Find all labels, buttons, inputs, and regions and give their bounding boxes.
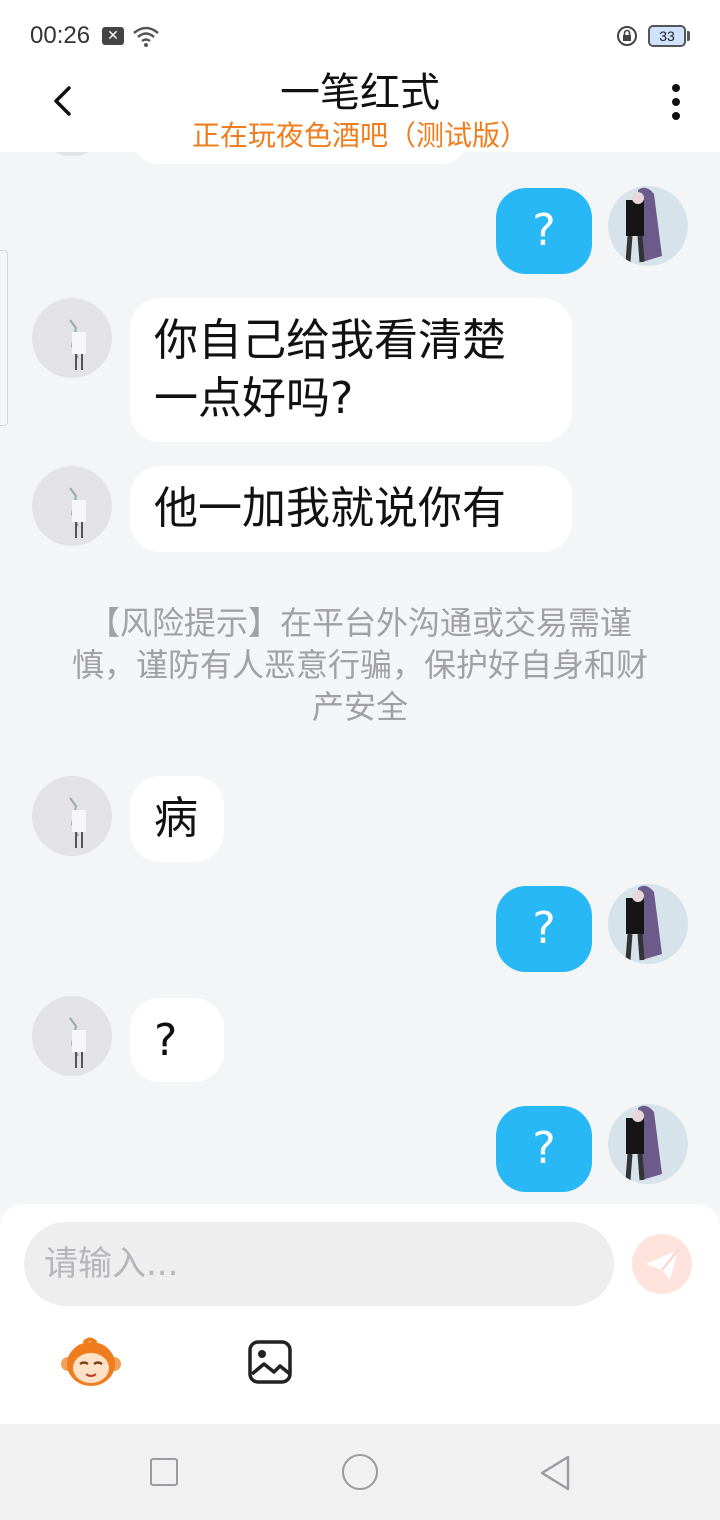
message-bubble-self[interactable]: ? — [496, 188, 592, 274]
rotation-lock-icon — [617, 26, 637, 46]
monkey-emoji-icon[interactable] — [60, 1334, 122, 1390]
risk-notice: 【风险提示】在平台外沟通或交易需谨慎，谨防有人恶意行骗，保护好自身和财产安全 — [71, 604, 648, 726]
page-title: 一笔红式 — [280, 70, 440, 116]
message-bubble[interactable]: 他一加我就说你有 — [130, 466, 572, 552]
avatar-self[interactable] — [608, 186, 688, 266]
avatar[interactable] — [32, 996, 112, 1076]
message-input[interactable] — [24, 1222, 614, 1306]
status-time: 00:26 — [30, 22, 91, 49]
message-bubble-self[interactable]: ? — [496, 1106, 592, 1192]
recents-button[interactable] — [150, 1458, 178, 1486]
send-button[interactable] — [632, 1234, 692, 1294]
home-button[interactable] — [342, 1454, 378, 1490]
wifi-icon — [133, 26, 159, 47]
more-vertical-icon[interactable] — [660, 80, 692, 124]
chat-header: 一笔红式 正在玩夜色酒吧（测试版） — [0, 56, 720, 152]
avatar[interactable] — [32, 466, 112, 546]
message-bubble[interactable]: 你自己给我看清楚 一点好吗? — [130, 298, 572, 442]
input-panel — [0, 1204, 720, 1424]
message-bubble-self[interactable]: ? — [496, 886, 592, 972]
avatar-self[interactable] — [608, 1104, 688, 1184]
battery-tip — [687, 31, 690, 41]
avatar-self[interactable] — [608, 884, 688, 964]
send-icon — [646, 1249, 679, 1280]
message-bubble[interactable]: ? — [130, 998, 224, 1082]
message-list[interactable]: ? 你自己给我看清楚 一点好吗? 他一加我就说你有 【风险提示】在平台外沟通或交… — [0, 152, 720, 1204]
message-bubble[interactable]: 病 — [130, 776, 224, 862]
battery-icon: 33 — [648, 25, 686, 47]
system-nav-bar — [0, 1424, 720, 1520]
game-status-subtitle[interactable]: 正在玩夜色酒吧（测试版） — [0, 114, 720, 154]
side-drawer-handle[interactable] — [0, 250, 8, 426]
image-icon[interactable] — [246, 1338, 294, 1386]
back-triangle-icon[interactable] — [538, 1454, 574, 1492]
avatar[interactable] — [32, 776, 112, 856]
avatar[interactable] — [32, 298, 112, 378]
x-icon: ✕ — [102, 27, 124, 45]
